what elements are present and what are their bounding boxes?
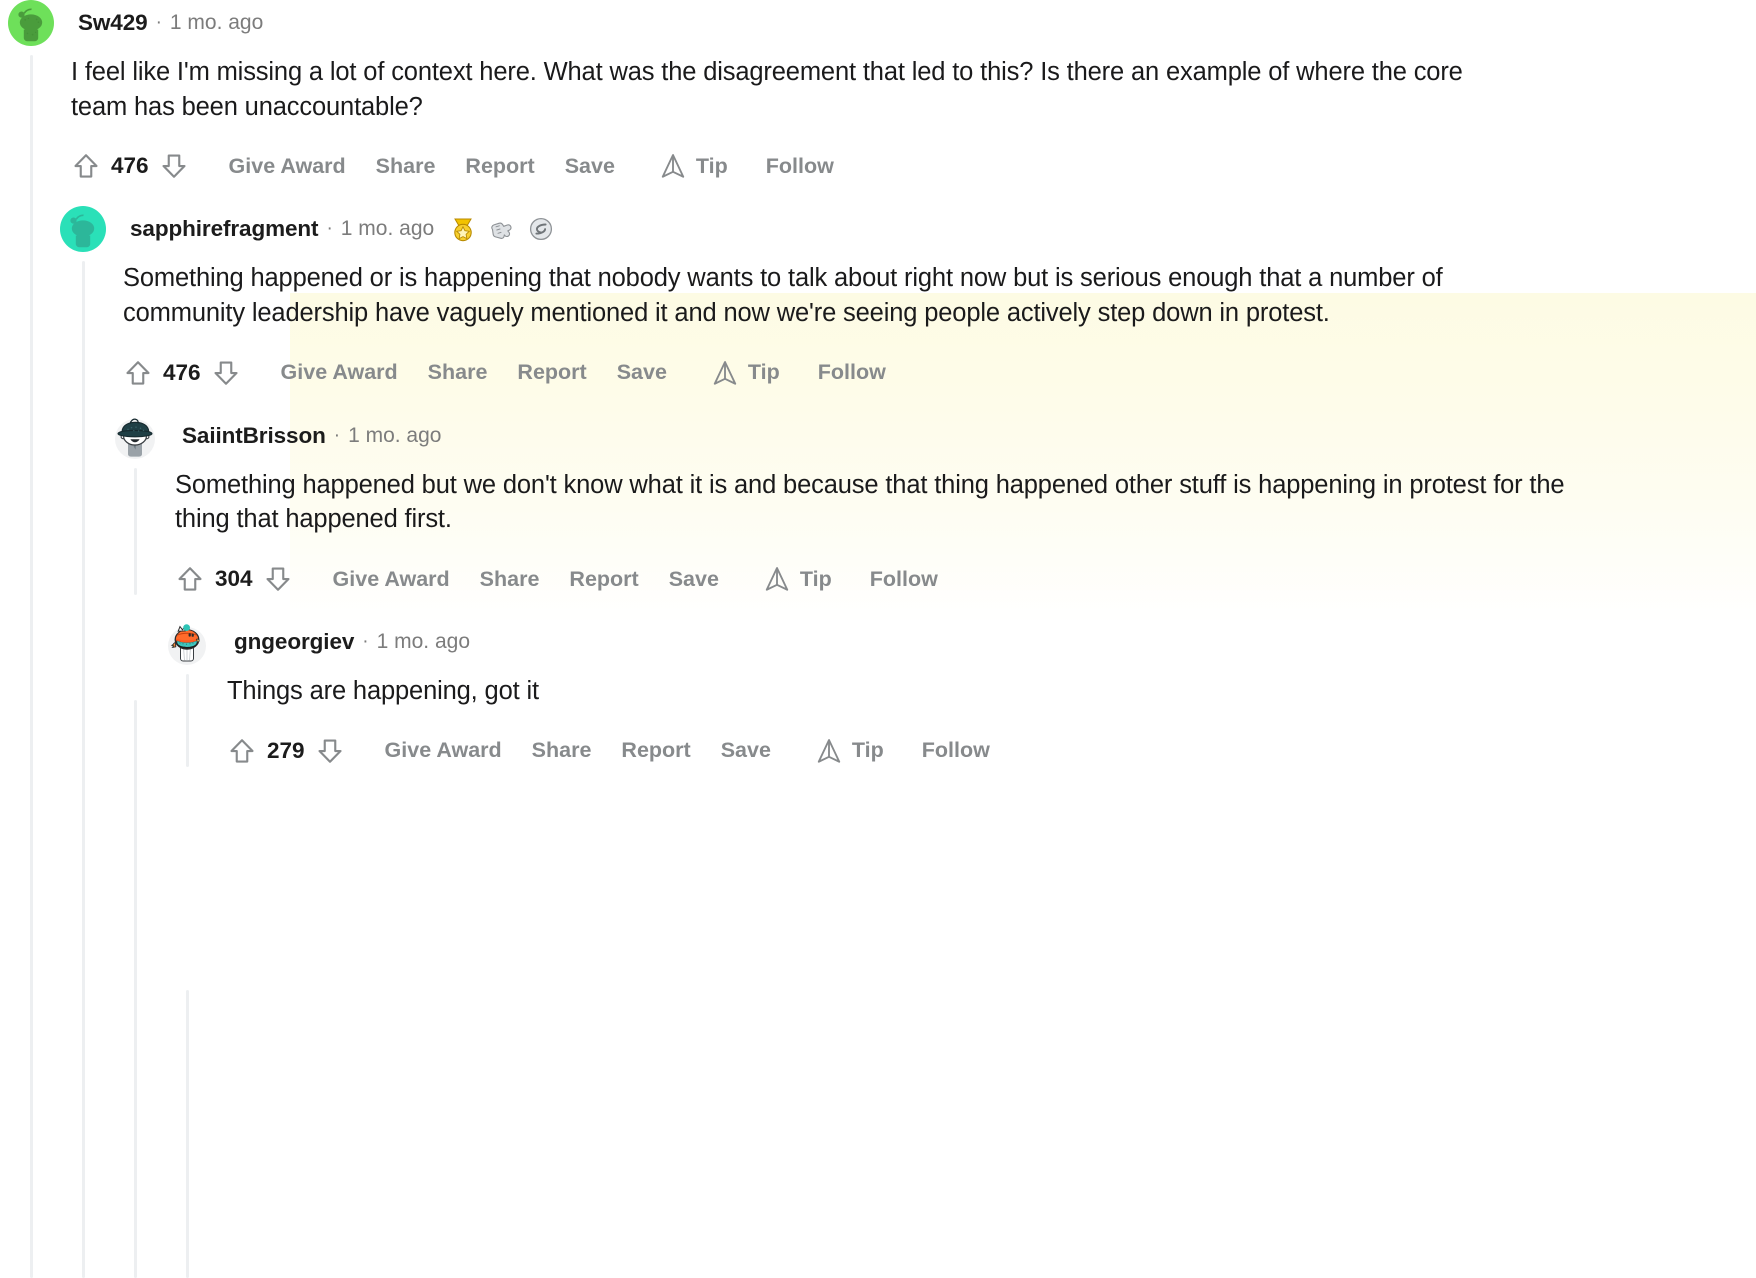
thread-line-continuation-depth2[interactable]: [134, 700, 137, 1278]
comment-author[interactable]: sapphirefragment: [130, 216, 319, 242]
report-button[interactable]: Report: [569, 567, 638, 592]
tip-label: Tip: [799, 566, 832, 591]
comment-saiintbrisson: SaiintBrisson · 1 mo. ago Something happ…: [112, 413, 1756, 596]
give-award-button[interactable]: Give Award: [229, 154, 346, 179]
tip-icon: [659, 152, 687, 180]
comment-content: I feel like I'm missing a lot of context…: [33, 55, 1756, 182]
comment-content: Things are happening, got it 279 Give Aw…: [189, 674, 1756, 767]
comment-author[interactable]: SaiintBrisson: [182, 423, 326, 449]
save-button[interactable]: Save: [669, 567, 719, 592]
comment-text: Something happened or is happening that …: [123, 264, 1443, 328]
save-button[interactable]: Save: [721, 738, 771, 763]
share-button[interactable]: Share: [376, 154, 436, 179]
comment-text: I feel like I'm missing a lot of context…: [71, 58, 1463, 121]
comment-header: sapphirefragment · 1 mo. ago: [60, 206, 1756, 253]
comment-text: Things are happening, got it: [227, 677, 539, 706]
comment-body: Things are happening, got it 279 Give Aw…: [186, 674, 1756, 767]
comment-actions: 304 Give Award Share Report Save Tip Fol…: [175, 563, 1756, 595]
silver-hug-award-icon[interactable]: [488, 215, 516, 243]
separator: ·: [333, 424, 341, 446]
comment-text: Something happened but we don't know wha…: [175, 470, 1565, 534]
give-award-button[interactable]: Give Award: [333, 567, 450, 592]
comment-sapphirefragment: sapphirefragment · 1 mo. ago Something h…: [60, 206, 1756, 389]
tip-label: Tip: [747, 360, 780, 385]
comment-timestamp[interactable]: 1 mo. ago: [170, 11, 263, 35]
comment-body: Something happened or is happening that …: [82, 261, 1756, 389]
give-award-button[interactable]: Give Award: [385, 738, 502, 763]
share-button[interactable]: Share: [428, 360, 488, 385]
comment-timestamp[interactable]: 1 mo. ago: [377, 630, 470, 654]
report-button[interactable]: Report: [621, 738, 690, 763]
thread-line-continuation-depth0[interactable]: [30, 86, 33, 1278]
upvote-arrow-icon[interactable]: [175, 563, 205, 595]
avatar[interactable]: [60, 206, 106, 253]
gold-medal-award-icon[interactable]: [449, 215, 477, 243]
upvote-arrow-icon[interactable]: [227, 735, 257, 767]
comment-timestamp[interactable]: 1 mo. ago: [348, 424, 441, 448]
report-button[interactable]: Report: [465, 154, 534, 179]
comment-body: I feel like I'm missing a lot of context…: [30, 55, 1756, 183]
award-badges: [449, 215, 555, 243]
comment-content: Something happened or is happening that …: [85, 261, 1756, 388]
follow-button[interactable]: Follow: [766, 154, 834, 179]
comment-thread: Sw429 · 1 mo. ago I feel like I'm missin…: [0, 0, 1756, 767]
comment-header: SaiintBrisson · 1 mo. ago: [112, 413, 1756, 459]
tip-button[interactable]: Tip: [763, 565, 832, 593]
separator: ·: [326, 218, 333, 240]
comment-actions: 279 Give Award Share Report Save Tip Fol…: [227, 735, 1756, 767]
comment-sw429: Sw429 · 1 mo. ago I feel like I'm missin…: [8, 0, 1756, 183]
upvote-arrow-icon[interactable]: [71, 150, 101, 182]
report-button[interactable]: Report: [517, 360, 586, 385]
separator: ·: [155, 12, 162, 33]
save-button[interactable]: Save: [565, 154, 615, 179]
comment-actions: 476 Give Award Share Report Save Tip Fol…: [123, 357, 1756, 389]
vote-group: 304: [175, 563, 293, 595]
comment-author[interactable]: gngeorgiev: [234, 629, 354, 655]
tip-icon: [763, 565, 791, 593]
downvote-arrow-icon[interactable]: [263, 563, 293, 595]
upvote-arrow-icon[interactable]: [123, 357, 153, 389]
tip-button[interactable]: Tip: [659, 152, 728, 180]
comment-body: Something happened but we don't know wha…: [134, 467, 1756, 596]
silver-snoo-award-icon[interactable]: [527, 215, 555, 243]
save-button[interactable]: Save: [617, 360, 667, 385]
tip-button[interactable]: Tip: [711, 359, 780, 387]
share-button[interactable]: Share: [532, 738, 592, 763]
downvote-arrow-icon[interactable]: [211, 357, 241, 389]
follow-button[interactable]: Follow: [818, 360, 886, 385]
comment-header: gngeorgiev · 1 mo. ago: [164, 619, 1756, 666]
downvote-arrow-icon[interactable]: [159, 150, 189, 182]
downvote-arrow-icon[interactable]: [315, 735, 345, 767]
comment-score: 304: [215, 566, 253, 592]
follow-button[interactable]: Follow: [922, 738, 990, 763]
comment-actions: 476 Give Award Share Report Save Tip Fol…: [71, 150, 1756, 182]
comment-score: 476: [111, 153, 149, 179]
thread-line-continuation-depth3[interactable]: [186, 990, 189, 1278]
share-button[interactable]: Share: [480, 567, 540, 592]
avatar[interactable]: [8, 0, 54, 46]
vote-group: 476: [123, 357, 241, 389]
avatar[interactable]: [164, 619, 210, 666]
tip-button[interactable]: Tip: [815, 737, 884, 765]
tip-icon: [711, 359, 739, 387]
comment-content: Something happened but we don't know wha…: [137, 468, 1756, 595]
comment-header: Sw429 · 1 mo. ago: [8, 0, 1756, 46]
vote-group: 279: [227, 735, 345, 767]
follow-button[interactable]: Follow: [870, 567, 938, 592]
comment-timestamp[interactable]: 1 mo. ago: [341, 217, 434, 241]
comment-author[interactable]: Sw429: [78, 10, 148, 36]
comment-score: 279: [267, 737, 305, 763]
give-award-button[interactable]: Give Award: [281, 360, 398, 385]
avatar[interactable]: [112, 413, 158, 459]
comment-gngeorgiev: gngeorgiev · 1 mo. ago Things are happen…: [164, 619, 1756, 767]
tip-label: Tip: [695, 153, 728, 178]
thread-line-continuation-depth1[interactable]: [82, 368, 85, 1278]
separator: ·: [362, 631, 369, 653]
tip-label: Tip: [851, 738, 884, 763]
comment-score: 476: [163, 359, 201, 385]
vote-group: 476: [71, 150, 189, 182]
tip-icon: [815, 737, 843, 765]
